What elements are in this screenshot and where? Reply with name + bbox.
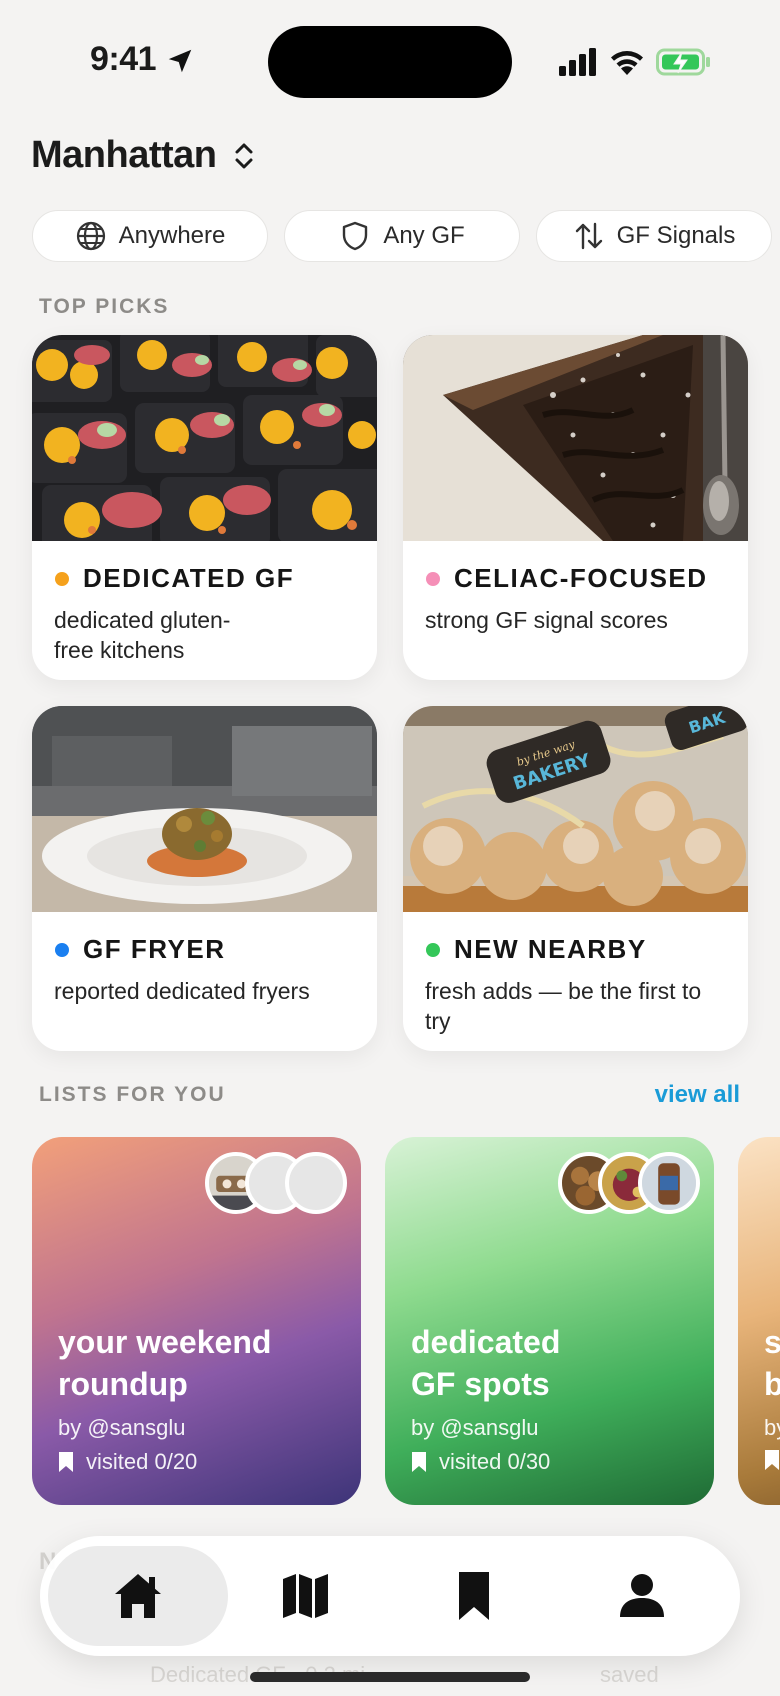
list-author: by @sansglu bbox=[58, 1415, 186, 1440]
category-dot bbox=[426, 571, 440, 586]
list-title: sb bbox=[764, 1324, 780, 1402]
home-icon bbox=[115, 1574, 161, 1618]
status-time: 9:41 bbox=[90, 40, 157, 78]
pick-card-celiac-focused[interactable]: CELIAC-FOCUSED strong GF signal scores bbox=[403, 335, 748, 680]
top-picks-heading: TOP PICKS bbox=[39, 295, 170, 318]
person-icon bbox=[620, 1574, 664, 1617]
faded-saved-label: saved bbox=[600, 1662, 659, 1687]
sort-arrows-icon bbox=[575, 222, 602, 250]
bookmark-icon bbox=[459, 1572, 489, 1620]
tab-home[interactable] bbox=[48, 1546, 228, 1646]
chevron-up-down-icon bbox=[235, 143, 252, 168]
pick-card-title: CELIAC-FOCUSED bbox=[426, 563, 708, 594]
list-title: dedicated GF spots bbox=[411, 1324, 561, 1402]
tab-map[interactable] bbox=[216, 1546, 396, 1646]
category-dot bbox=[426, 942, 440, 957]
location-name: Manhattan bbox=[31, 134, 217, 176]
pick-card-title: NEW NEARBY bbox=[426, 934, 647, 965]
bookmark-icon bbox=[59, 1452, 73, 1472]
plated-dish-photo bbox=[32, 706, 377, 912]
view-all-link[interactable]: view all bbox=[655, 1081, 740, 1109]
list-card-weekend-roundup[interactable]: your weekend roundup by @sansglu visited … bbox=[32, 1137, 361, 1505]
place-avatar bbox=[638, 1152, 700, 1214]
list-author: by @sansglu bbox=[411, 1415, 539, 1440]
filter-bar: Anywhere Any GF GF Signals bbox=[32, 210, 780, 264]
list-card-partial[interactable]: sb by bbox=[738, 1137, 780, 1505]
filter-chip-sort[interactable]: GF Signals bbox=[536, 210, 772, 262]
chocolate-tart-photo bbox=[403, 335, 748, 541]
list-avatars bbox=[558, 1152, 700, 1214]
list-visited bbox=[764, 1449, 780, 1471]
tab-saved[interactable] bbox=[384, 1546, 564, 1646]
list-avatars bbox=[205, 1152, 347, 1214]
filter-chip-gf-level[interactable]: Any GF bbox=[284, 210, 520, 262]
bookmark-icon bbox=[765, 1450, 779, 1470]
list-visited: visited 0/20 bbox=[58, 1449, 197, 1475]
filter-chip-label: Anywhere bbox=[118, 222, 226, 249]
pick-card-title: GF FRYER bbox=[55, 934, 225, 965]
list-card-dedicated-gf-spots[interactable]: dedicated GF spots by @sansglu visited 0/… bbox=[385, 1137, 714, 1505]
pick-card-description: fresh adds — be the first to try bbox=[425, 978, 702, 1034]
dynamic-island bbox=[268, 26, 512, 98]
pick-card-title: DEDICATED GF bbox=[55, 563, 294, 594]
filter-chip-location[interactable]: Anywhere bbox=[32, 210, 268, 262]
category-dot bbox=[55, 942, 69, 957]
status-bar: 9:41 bbox=[0, 0, 780, 130]
pick-card-description: strong GF signal scores bbox=[425, 607, 668, 633]
battery-charging-icon bbox=[656, 48, 710, 76]
lists-heading: LISTS FOR YOU bbox=[39, 1083, 226, 1106]
lists-carousel[interactable]: your weekend roundup by @sansglu visited … bbox=[0, 1137, 780, 1507]
wifi-icon bbox=[611, 51, 643, 75]
pick-card-dedicated-gf[interactable]: DEDICATED GF dedicated gluten-free kitch… bbox=[32, 335, 377, 680]
shield-icon bbox=[343, 221, 368, 251]
pick-card-description: dedicated gluten-free kitchens bbox=[54, 607, 231, 663]
globe-icon bbox=[76, 221, 105, 251]
filter-chip-label: GF Signals bbox=[616, 222, 736, 249]
tab-profile[interactable] bbox=[552, 1546, 732, 1646]
home-indicator[interactable] bbox=[250, 1672, 530, 1682]
filter-chip-label: Any GF bbox=[383, 222, 465, 249]
bookmark-icon bbox=[412, 1452, 426, 1472]
location-arrow-icon bbox=[168, 49, 192, 73]
category-dot bbox=[55, 571, 69, 586]
list-title: your weekend roundup bbox=[58, 1324, 272, 1402]
map-icon bbox=[283, 1574, 328, 1618]
pick-card-description: reported dedicated fryers bbox=[54, 978, 310, 1004]
meal-prep-photo bbox=[32, 335, 377, 541]
pick-card-new-nearby[interactable]: by the way BAKERY BAK NEW NEARBY fresh a… bbox=[403, 706, 748, 1051]
bakery-bags-photo: by the way BAKERY BAK bbox=[403, 706, 748, 912]
location-selector[interactable]: Manhattan bbox=[31, 134, 257, 177]
tab-bar bbox=[40, 1536, 740, 1656]
list-visited: visited 0/30 bbox=[411, 1449, 550, 1475]
place-avatar-placeholder bbox=[285, 1152, 347, 1214]
pick-card-gf-fryer[interactable]: GF FRYER reported dedicated fryers bbox=[32, 706, 377, 1051]
cellular-signal-icon bbox=[559, 48, 596, 76]
list-author: by bbox=[764, 1415, 780, 1440]
